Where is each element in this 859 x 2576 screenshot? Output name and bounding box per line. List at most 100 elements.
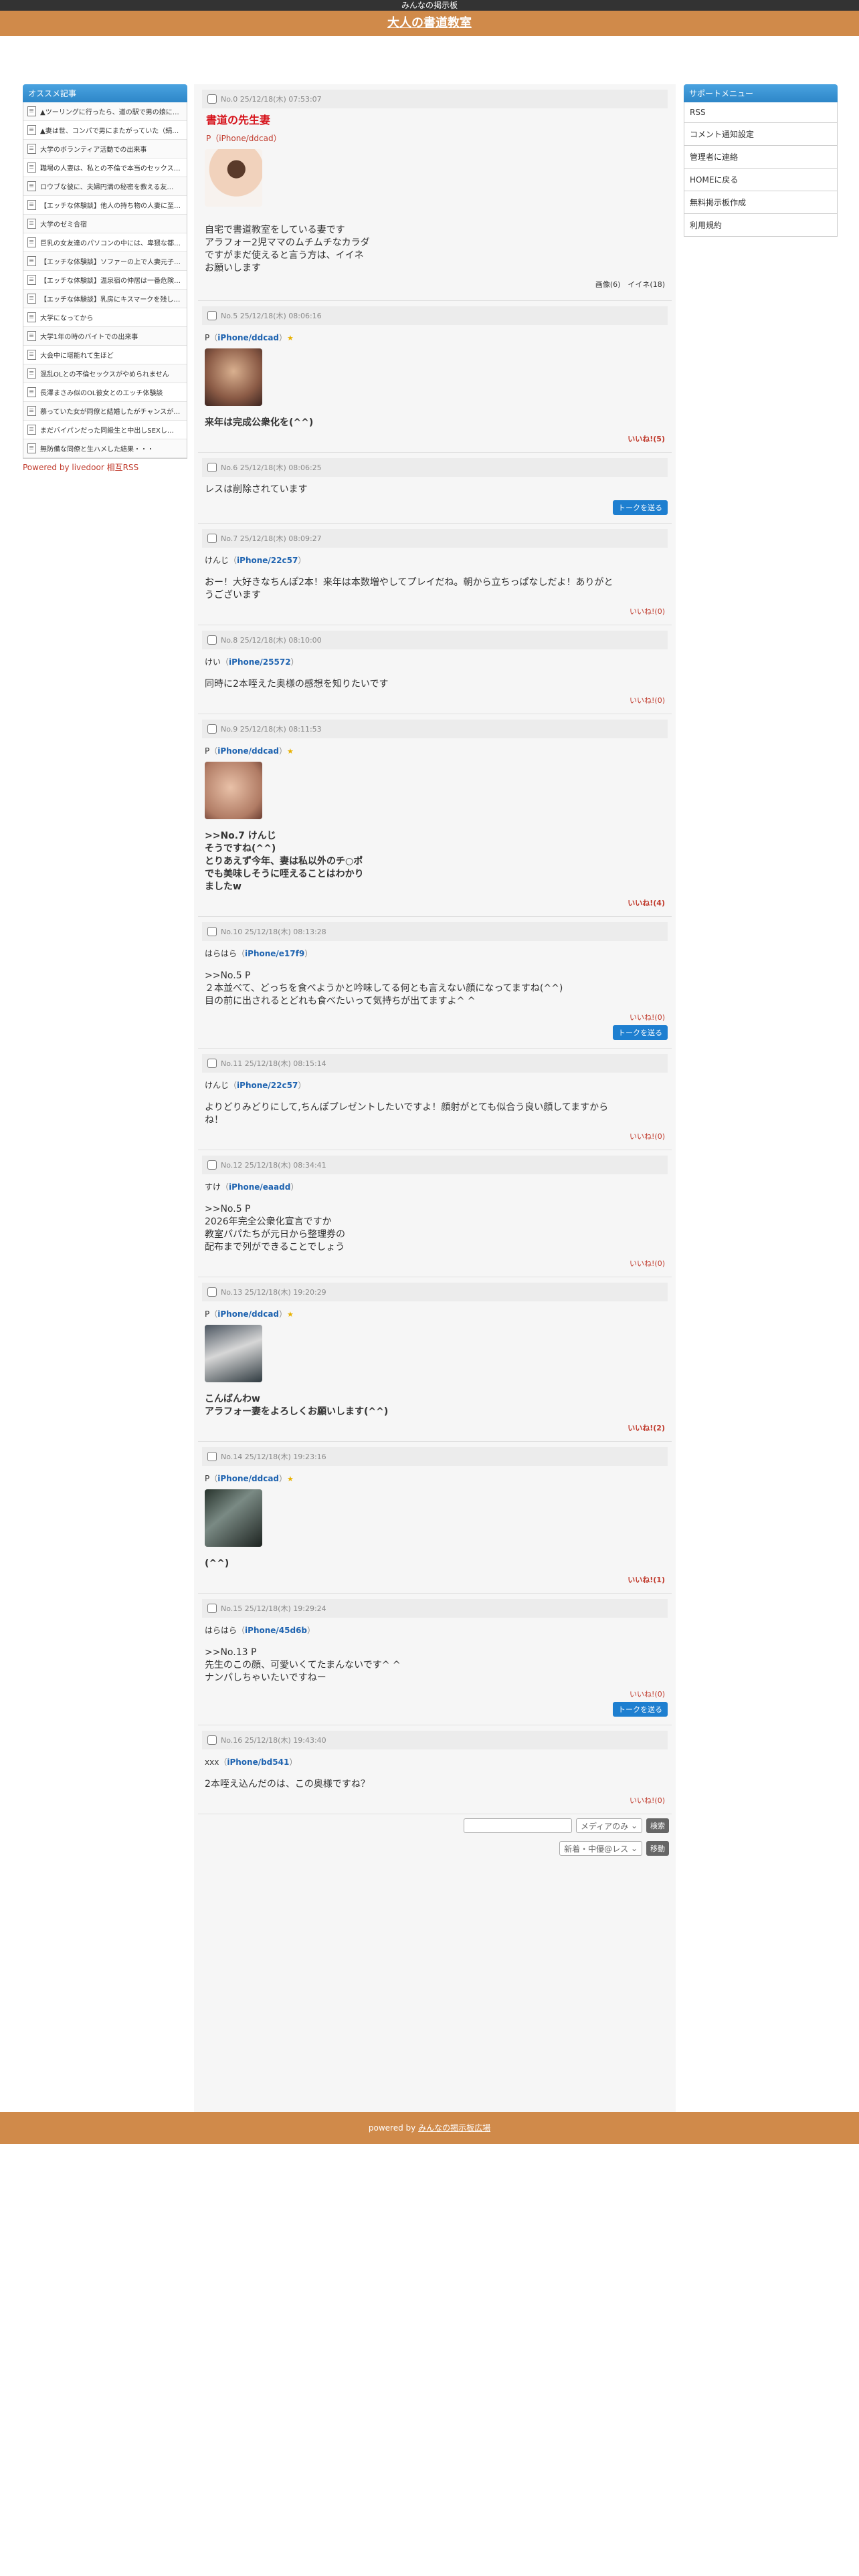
checkbox-icon[interactable]	[207, 1735, 217, 1745]
support-menu-item[interactable]: 利用規約	[684, 214, 838, 237]
checkbox-icon[interactable]	[207, 927, 217, 936]
recommend-item[interactable]: 大学のゼミ合宿	[23, 215, 187, 233]
talk-button[interactable]: トークを送る	[613, 1702, 668, 1717]
recommend-item[interactable]: ▲妻は世、コンパで男にまたがっていた（絹…	[23, 121, 187, 140]
recommend-item[interactable]: まだバイパンだった同級生と中出しSEXし…	[23, 421, 187, 439]
support-menu-item[interactable]: コメント通知設定	[684, 123, 838, 146]
recommend-item[interactable]: 巨乳の女友達のパソコンの中には、卑猥な都…	[23, 233, 187, 252]
document-icon	[27, 406, 36, 416]
like-button[interactable]: いいね!(0)	[202, 1258, 665, 1269]
paren-open: （	[237, 949, 246, 958]
checkbox-icon[interactable]	[207, 1452, 217, 1461]
post-image[interactable]	[205, 1489, 262, 1547]
post-body: (^^)	[205, 1558, 665, 1570]
checkbox-icon[interactable]	[207, 635, 217, 645]
recommend-item[interactable]: 【エッチな体験談】乳房にキスマークを残し…	[23, 290, 187, 308]
post-header: No.5 25/12/18(木) 08:06:16	[202, 306, 668, 325]
body-line: 目の前に出されるとどれも食べたいって気持ちが出てますよ^ ^	[205, 996, 476, 1006]
checkbox-icon[interactable]	[207, 463, 217, 472]
checkbox-icon[interactable]	[207, 311, 217, 320]
recommend-item-label: 混乱OLとの不倫セックスがやめられません	[40, 371, 169, 379]
device-id[interactable]: iPhone/22c57	[237, 1081, 298, 1090]
recommend-item[interactable]: 【エッチな体験談】ソファーの上で人妻元子…	[23, 252, 187, 271]
recommend-item-label: 【エッチな体験談】温泉宿の仲居は一番危険日…	[40, 278, 183, 285]
post-body: >>No.5 P 2026年完全公衆化宣言ですか 教室パパたちが元日から整理券の 配布…	[205, 1203, 665, 1254]
post-user: はらはら（iPhone/e17f9）	[205, 948, 665, 959]
recommend-item[interactable]: 大学になってから	[23, 308, 187, 327]
recommend-item[interactable]: 【エッチな体験談】他人の持ち物の人妻に至…	[23, 196, 187, 215]
checkbox-icon[interactable]	[207, 1287, 217, 1297]
post-image[interactable]	[205, 348, 262, 406]
device-id[interactable]: iPhone/22c57	[237, 556, 298, 565]
device-id[interactable]: iPhone/ddcad	[217, 1309, 279, 1319]
search-button[interactable]: 検索	[646, 1818, 669, 1833]
like-button[interactable]: いいね!(0)	[202, 1012, 665, 1023]
checkbox-icon[interactable]	[207, 1059, 217, 1068]
like-button[interactable]: いいね!(4)	[202, 897, 665, 908]
device-id[interactable]: iPhone/ddcad	[217, 1474, 279, 1483]
body-line: >>No.5 P	[205, 970, 251, 981]
recommend-list: ▲ツーリングに行ったら、道の駅で男の娘に… ▲妻は世、コンパで男にまたがっていた（…	[23, 102, 187, 459]
footer-text: powered by	[368, 2123, 419, 2133]
search-input[interactable]	[463, 1818, 572, 1833]
support-menu-item[interactable]: HOMEに戻る	[684, 169, 838, 191]
checkbox-icon[interactable]	[207, 724, 217, 734]
like-button[interactable]: いいね!(0)	[202, 606, 665, 617]
recommend-item[interactable]: 職場の人妻は、私との不倫で本当のセックス…	[23, 158, 187, 177]
checkbox-icon[interactable]	[207, 1160, 217, 1170]
device-id[interactable]: iPhone/eaadd	[229, 1182, 290, 1192]
like-button[interactable]: いいね!(0)	[202, 695, 665, 706]
recommend-item[interactable]: ▲ツーリングに行ったら、道の駅で男の娘に…	[23, 102, 187, 121]
user-name: けんじ	[205, 556, 229, 565]
post-image[interactable]	[205, 762, 262, 819]
body-line: ましたw	[205, 881, 242, 892]
like-button[interactable]: いいね!(0)	[202, 1795, 665, 1806]
post-user: けんじ（iPhone/22c57）	[205, 1079, 665, 1091]
like-button[interactable]: いいね!(2)	[202, 1422, 665, 1433]
like-button[interactable]: いいね!(1)	[202, 1574, 665, 1585]
like-button[interactable]: いいね!(5)	[202, 433, 665, 444]
user-name: はらはら	[205, 949, 237, 958]
footer-link[interactable]: みんなの掲示板広場	[418, 2123, 490, 2133]
recommend-item[interactable]: 【エッチな体験談】温泉宿の仲居は一番危険日…	[23, 271, 187, 290]
user-name: けい	[205, 657, 221, 667]
reply-post: No.9 25/12/18(木) 08:11:53 P（iPhone/ddcad）…	[198, 714, 672, 917]
checkbox-icon[interactable]	[207, 534, 217, 543]
like-button[interactable]: いいね!(0)	[202, 1131, 665, 1142]
like-button[interactable]: いいね!(0)	[202, 1689, 665, 1699]
recommend-item[interactable]: 長澤まさみ似のOL彼女とのエッチ体験談	[23, 383, 187, 402]
recommend-item[interactable]: ロウブな彼に、夫婦円満の秘密を教える友…	[23, 177, 187, 196]
post-user: P（iPhone/ddcad）★	[205, 1308, 665, 1319]
site-title-link[interactable]: 大人の書道教室	[387, 16, 472, 30]
talk-button[interactable]: トークを送る	[613, 500, 668, 515]
talk-nav: トークを送る	[202, 500, 668, 515]
go-button[interactable]: 移動	[646, 1841, 669, 1856]
checkbox-icon[interactable]	[207, 94, 217, 104]
support-menu-item[interactable]: 無料掲示板作成	[684, 191, 838, 214]
post-header: No.11 25/12/18(木) 08:15:14	[202, 1054, 668, 1073]
talk-button[interactable]: トークを送る	[613, 1025, 668, 1040]
body-line: 来年は完成公衆化を(^^)	[205, 417, 314, 428]
recommend-item[interactable]: 大学のボランティア活動での出来事	[23, 140, 187, 158]
recommend-item[interactable]: 無防備な同僚と生ハメした結果・・・	[23, 439, 187, 458]
device-id[interactable]: iPhone/e17f9	[245, 949, 304, 958]
recommend-item[interactable]: 混乱OLとの不倫セックスがやめられません	[23, 364, 187, 383]
device-id[interactable]: iPhone/ddcad	[217, 746, 279, 756]
post-user: すけ（iPhone/eaadd）	[205, 1181, 665, 1192]
device-id[interactable]: iPhone/45d6b	[245, 1626, 307, 1635]
device-id[interactable]: iPhone/ddcad	[217, 333, 279, 342]
device-id[interactable]: iPhone/25572	[229, 657, 291, 667]
checkbox-icon[interactable]	[207, 1604, 217, 1613]
powered-rss-link[interactable]: Powered by livedoor 相互RSS	[23, 461, 187, 473]
device-id[interactable]: iPhone/bd541	[227, 1757, 289, 1767]
recommend-item[interactable]: 大学1年の時のバイトでの出来事	[23, 327, 187, 346]
support-menu-item[interactable]: 管理者に連絡	[684, 146, 838, 169]
op-image[interactable]	[205, 149, 262, 207]
support-menu-item[interactable]: RSS	[684, 102, 838, 123]
recommend-item[interactable]: 大会中に堪能れて生ほど	[23, 346, 187, 364]
post-image[interactable]	[205, 1325, 262, 1382]
talk-nav: トークを送る	[202, 1702, 668, 1717]
order-select[interactable]: 新着・中優@レス ⌄	[559, 1841, 642, 1856]
recommend-item[interactable]: 慕っていた女が同僚と結婚したがチャンスが…	[23, 402, 187, 421]
media-select[interactable]: メディアのみ ⌄	[575, 1818, 642, 1833]
